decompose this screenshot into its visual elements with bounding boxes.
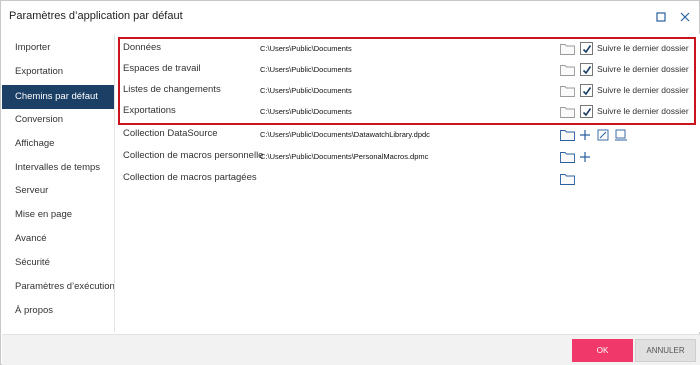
path-row-macros-partagees: Collection de macros partagées	[115, 168, 700, 189]
sidebar-item-securite[interactable]: Sécurité	[2, 251, 114, 275]
sidebar-item-parametres-execution[interactable]: Paramètres d’exécution	[2, 275, 115, 299]
sidebar-item-serveur[interactable]: Serveur	[2, 179, 114, 203]
path-value[interactable]: C:\Users\Public\Documents\DatawatchLibra…	[260, 130, 430, 139]
sidebar-item-importer[interactable]: Importer	[2, 36, 114, 60]
sidebar-item-a-propos[interactable]: À propos	[2, 299, 114, 323]
sidebar-item-intervalles-de-temps[interactable]: Intervalles de temps	[2, 156, 114, 180]
folder-icon[interactable]	[559, 172, 575, 186]
path-label: Collection de macros partagées	[123, 172, 257, 183]
close-icon	[680, 12, 690, 22]
dialog-footer: OK ANNULER	[2, 334, 700, 365]
sidebar-item-exportation[interactable]: Exportation	[2, 60, 114, 84]
edit-collection-icon[interactable]	[595, 128, 611, 142]
close-button[interactable]	[675, 7, 695, 27]
path-value[interactable]: C:\Users\Public\Documents\PersonalMacros…	[260, 152, 428, 161]
settings-sidebar: Importer Exportation Chemins par défaut …	[2, 34, 115, 334]
ok-button[interactable]: OK	[572, 339, 633, 362]
path-actions	[559, 126, 629, 143]
path-actions	[559, 170, 575, 187]
sidebar-item-mise-en-page[interactable]: Mise en page	[2, 203, 114, 227]
settings-dialog: Paramètres d’application par défaut Impo…	[0, 0, 700, 365]
folder-icon[interactable]	[559, 150, 575, 164]
sidebar-item-conversion[interactable]: Conversion	[2, 108, 114, 132]
path-row-macros-personnelle: Collection de macros personnelle C:\User…	[115, 146, 700, 167]
cancel-button[interactable]: ANNULER	[635, 339, 696, 362]
add-icon[interactable]	[577, 150, 593, 164]
folder-icon[interactable]	[559, 128, 575, 142]
sidebar-item-avance[interactable]: Avancé	[2, 227, 114, 251]
highlight-annotation	[118, 37, 696, 125]
sidebar-item-chemins-par-defaut[interactable]: Chemins par défaut	[2, 85, 114, 109]
title-bar: Paramètres d’application par défaut	[1, 1, 699, 33]
dialog-title: Paramètres d’application par défaut	[9, 10, 183, 22]
path-label: Collection de macros personnelle	[123, 150, 264, 161]
maximize-icon	[656, 12, 666, 22]
path-label: Collection DataSource	[123, 128, 218, 139]
path-actions	[559, 148, 593, 165]
add-icon[interactable]	[577, 128, 593, 142]
maximize-button[interactable]	[651, 7, 671, 27]
path-row-collection-datasource: Collection DataSource C:\Users\Public\Do…	[115, 124, 700, 145]
export-collection-icon[interactable]	[613, 128, 629, 142]
sidebar-item-affichage[interactable]: Affichage	[2, 132, 114, 156]
